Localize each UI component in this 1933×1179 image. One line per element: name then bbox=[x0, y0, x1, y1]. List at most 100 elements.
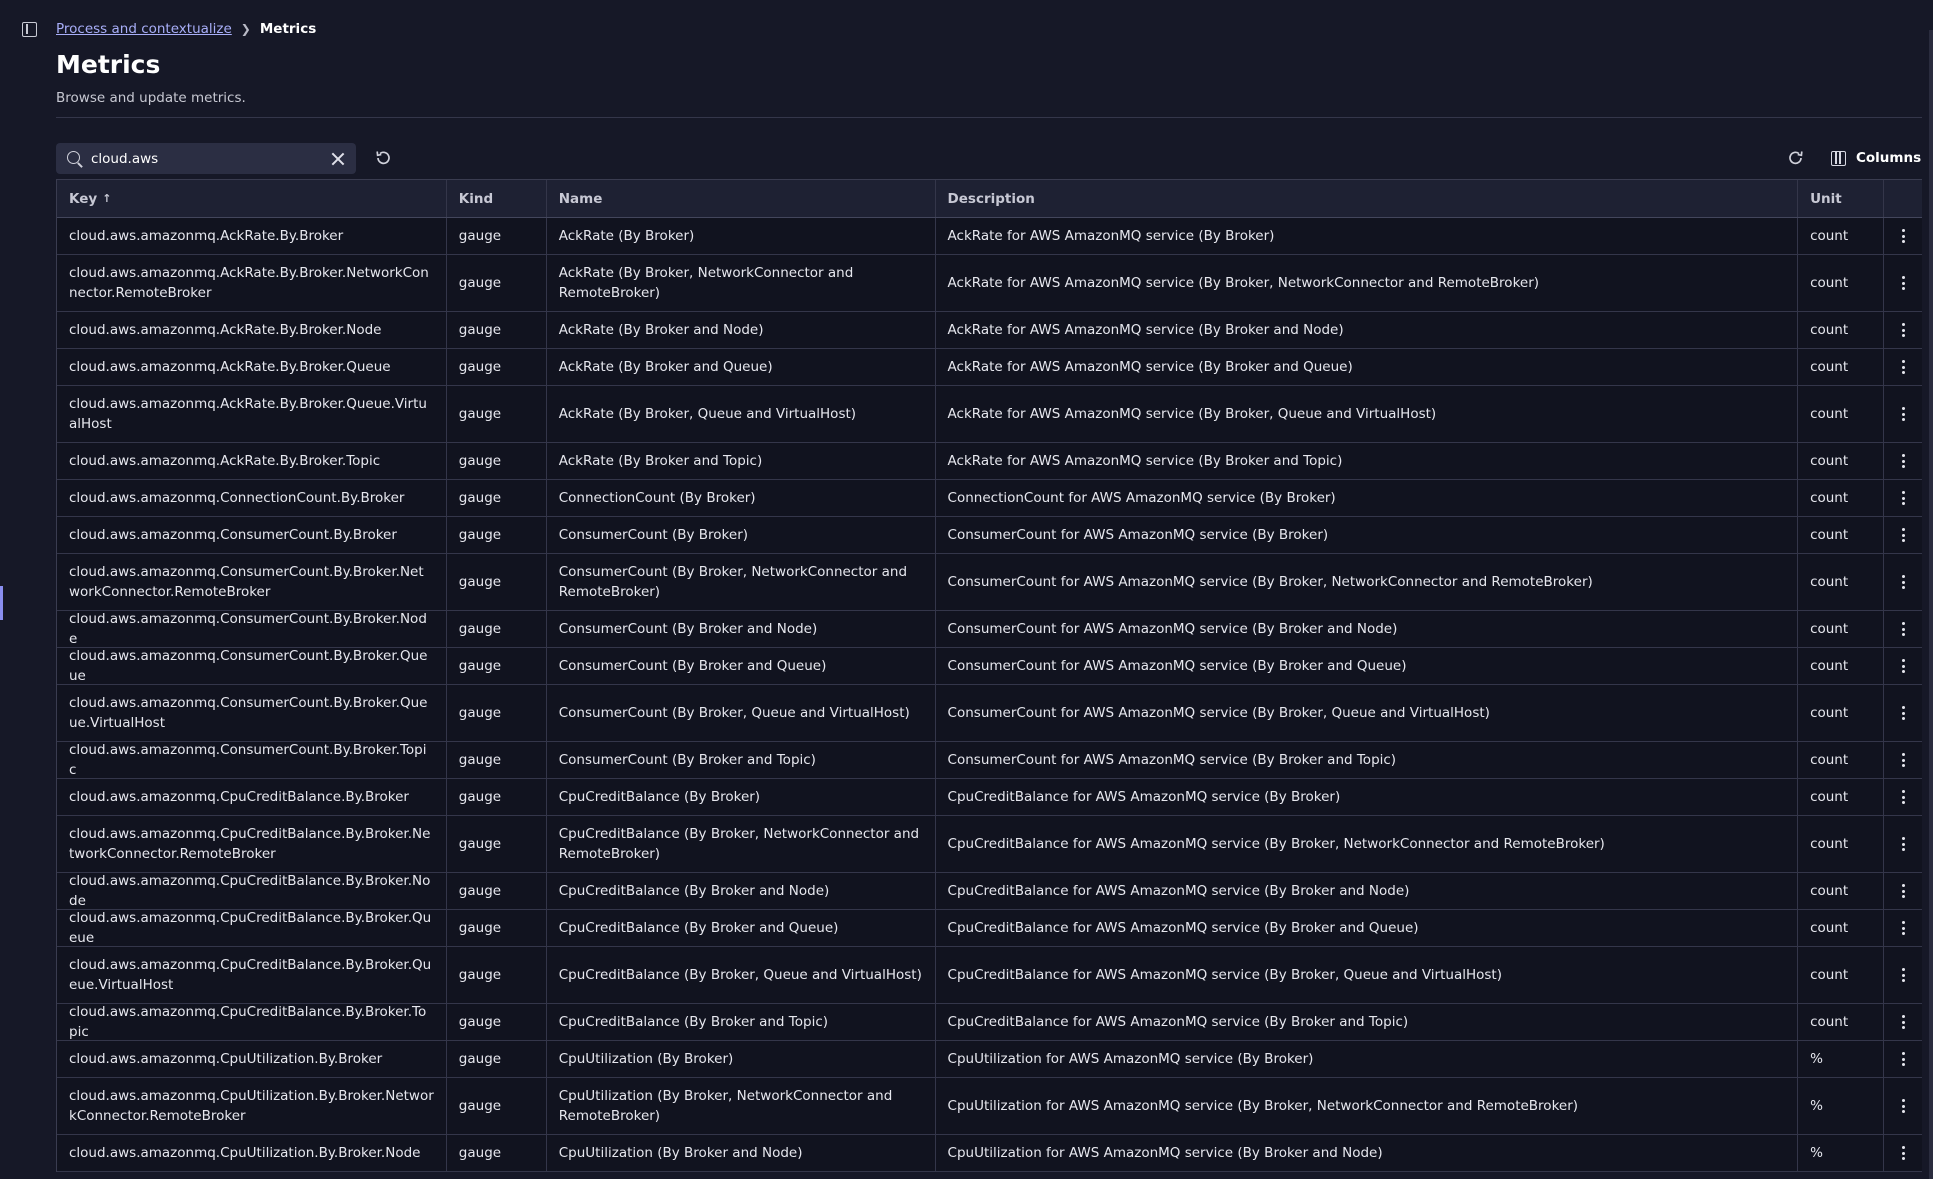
table-row[interactable]: cloud.aws.amazonmq.ConsumerCount.By.Brok… bbox=[57, 648, 1922, 685]
table-row[interactable]: cloud.aws.amazonmq.AckRate.By.Broker.Que… bbox=[57, 386, 1922, 443]
metric-key-cell: cloud.aws.amazonmq.CpuUtilization.By.Bro… bbox=[57, 1041, 447, 1077]
row-actions-button[interactable] bbox=[1884, 947, 1922, 1003]
metric-description-cell: AckRate for AWS AmazonMQ service (By Bro… bbox=[936, 312, 1799, 348]
metric-name-cell: ConsumerCount (By Broker, NetworkConnect… bbox=[547, 554, 936, 610]
table-row[interactable]: cloud.aws.amazonmq.CpuUtilization.By.Bro… bbox=[57, 1135, 1922, 1172]
metric-unit-cell: % bbox=[1798, 1135, 1885, 1171]
table-row[interactable]: cloud.aws.amazonmq.ConsumerCount.By.Brok… bbox=[57, 554, 1922, 611]
metric-unit-cell: count bbox=[1798, 480, 1885, 516]
table-row[interactable]: cloud.aws.amazonmq.ConnectionCount.By.Br… bbox=[57, 480, 1922, 517]
metrics-table: Key ↑ Kind Name Description Unit cloud.a… bbox=[56, 179, 1922, 1172]
metric-name-cell: CpuUtilization (By Broker and Node) bbox=[547, 1135, 936, 1171]
table-row[interactable]: cloud.aws.amazonmq.CpuCreditBalance.By.B… bbox=[57, 910, 1922, 947]
columns-button[interactable]: Columns bbox=[1831, 146, 1921, 170]
kebab-menu-icon bbox=[1901, 622, 1905, 636]
metric-unit-cell: count bbox=[1798, 443, 1885, 479]
table-row[interactable]: cloud.aws.amazonmq.CpuCreditBalance.By.B… bbox=[57, 947, 1922, 1004]
metric-key-cell: cloud.aws.amazonmq.ConsumerCount.By.Brok… bbox=[57, 742, 447, 778]
metric-unit-cell: count bbox=[1798, 873, 1885, 909]
row-actions-button[interactable] bbox=[1884, 1078, 1922, 1134]
row-actions-button[interactable] bbox=[1884, 255, 1922, 311]
columns-button-label: Columns bbox=[1856, 150, 1922, 166]
row-actions-button[interactable] bbox=[1884, 1004, 1922, 1040]
metric-key-cell: cloud.aws.amazonmq.AckRate.By.Broker.Que… bbox=[57, 386, 447, 442]
metric-kind-cell: gauge bbox=[447, 312, 547, 348]
metric-key-cell: cloud.aws.amazonmq.ConsumerCount.By.Brok… bbox=[57, 611, 447, 647]
column-header-description[interactable]: Description bbox=[936, 180, 1799, 217]
row-actions-button[interactable] bbox=[1884, 611, 1922, 647]
refresh-icon[interactable] bbox=[1787, 149, 1805, 167]
row-actions-button[interactable] bbox=[1884, 779, 1922, 815]
row-actions-button[interactable] bbox=[1884, 517, 1922, 553]
table-row[interactable]: cloud.aws.amazonmq.ConsumerCount.By.Brok… bbox=[57, 742, 1922, 779]
metric-unit-cell: count bbox=[1798, 386, 1885, 442]
metric-unit-cell: count bbox=[1798, 218, 1885, 254]
sidebar-toggle-icon[interactable] bbox=[22, 22, 37, 37]
row-actions-button[interactable] bbox=[1884, 349, 1922, 385]
table-row[interactable]: cloud.aws.amazonmq.ConsumerCount.By.Brok… bbox=[57, 685, 1922, 742]
search-input[interactable] bbox=[91, 143, 316, 174]
kebab-menu-icon bbox=[1901, 229, 1905, 243]
metric-name-cell: CpuCreditBalance (By Broker) bbox=[547, 779, 936, 815]
metric-description-cell: CpuUtilization for AWS AmazonMQ service … bbox=[936, 1078, 1799, 1134]
kebab-menu-icon bbox=[1901, 454, 1905, 468]
column-header-name[interactable]: Name bbox=[547, 180, 936, 217]
table-row[interactable]: cloud.aws.amazonmq.CpuCreditBalance.By.B… bbox=[57, 779, 1922, 816]
table-row[interactable]: cloud.aws.amazonmq.CpuUtilization.By.Bro… bbox=[57, 1041, 1922, 1078]
metric-unit-cell: count bbox=[1798, 349, 1885, 385]
metric-description-cell: CpuCreditBalance for AWS AmazonMQ servic… bbox=[936, 873, 1799, 909]
metric-kind-cell: gauge bbox=[447, 218, 547, 254]
column-header-key[interactable]: Key ↑ bbox=[57, 180, 447, 217]
search-box[interactable] bbox=[56, 143, 356, 174]
metric-description-cell: ConsumerCount for AWS AmazonMQ service (… bbox=[936, 517, 1799, 553]
table-row[interactable]: cloud.aws.amazonmq.ConsumerCount.By.Brok… bbox=[57, 517, 1922, 554]
table-row[interactable]: cloud.aws.amazonmq.CpuCreditBalance.By.B… bbox=[57, 1004, 1922, 1041]
kebab-menu-icon bbox=[1901, 528, 1905, 542]
row-actions-button[interactable] bbox=[1884, 443, 1922, 479]
row-actions-button[interactable] bbox=[1884, 1041, 1922, 1077]
table-row[interactable]: cloud.aws.amazonmq.ConsumerCount.By.Brok… bbox=[57, 611, 1922, 648]
row-actions-button[interactable] bbox=[1884, 480, 1922, 516]
close-icon[interactable] bbox=[330, 151, 346, 167]
kebab-menu-icon bbox=[1901, 1099, 1905, 1113]
table-row[interactable]: cloud.aws.amazonmq.AckRate.By.Broker.Que… bbox=[57, 349, 1922, 386]
metric-description-cell: ConsumerCount for AWS AmazonMQ service (… bbox=[936, 648, 1799, 684]
metric-kind-cell: gauge bbox=[447, 480, 547, 516]
metric-description-cell: ConsumerCount for AWS AmazonMQ service (… bbox=[936, 554, 1799, 610]
metric-name-cell: ConsumerCount (By Broker and Queue) bbox=[547, 648, 936, 684]
row-actions-button[interactable] bbox=[1884, 386, 1922, 442]
row-actions-button[interactable] bbox=[1884, 816, 1922, 872]
metric-unit-cell: count bbox=[1798, 742, 1885, 778]
metric-name-cell: AckRate (By Broker, NetworkConnector and… bbox=[547, 255, 936, 311]
column-header-unit[interactable]: Unit bbox=[1798, 180, 1885, 217]
metric-name-cell: ConsumerCount (By Broker and Node) bbox=[547, 611, 936, 647]
row-actions-button[interactable] bbox=[1884, 218, 1922, 254]
table-row[interactable]: cloud.aws.amazonmq.AckRate.By.Broker.Net… bbox=[57, 255, 1922, 312]
table-row[interactable]: cloud.aws.amazonmq.CpuCreditBalance.By.B… bbox=[57, 873, 1922, 910]
row-actions-button[interactable] bbox=[1884, 873, 1922, 909]
column-header-kind[interactable]: Kind bbox=[447, 180, 547, 217]
metric-unit-cell: count bbox=[1798, 779, 1885, 815]
table-row[interactable]: cloud.aws.amazonmq.CpuCreditBalance.By.B… bbox=[57, 816, 1922, 873]
metric-key-cell: cloud.aws.amazonmq.ConsumerCount.By.Brok… bbox=[57, 685, 447, 741]
table-row[interactable]: cloud.aws.amazonmq.CpuUtilization.By.Bro… bbox=[57, 1078, 1922, 1135]
metric-kind-cell: gauge bbox=[447, 1041, 547, 1077]
row-actions-button[interactable] bbox=[1884, 554, 1922, 610]
reset-icon[interactable] bbox=[374, 149, 392, 167]
columns-icon bbox=[1831, 150, 1846, 166]
row-actions-button[interactable] bbox=[1884, 910, 1922, 946]
row-actions-button[interactable] bbox=[1884, 685, 1922, 741]
scrollbar[interactable] bbox=[1929, 30, 1933, 1179]
breadcrumb-parent-link[interactable]: Process and contextualize bbox=[56, 21, 232, 37]
row-actions-button[interactable] bbox=[1884, 742, 1922, 778]
row-actions-button[interactable] bbox=[1884, 648, 1922, 684]
metric-kind-cell: gauge bbox=[447, 873, 547, 909]
row-actions-button[interactable] bbox=[1884, 1135, 1922, 1171]
table-row[interactable]: cloud.aws.amazonmq.AckRate.By.Broker.Top… bbox=[57, 443, 1922, 480]
kebab-menu-icon bbox=[1901, 884, 1905, 898]
table-row[interactable]: cloud.aws.amazonmq.AckRate.By.Broker.Nod… bbox=[57, 312, 1922, 349]
column-header-actions bbox=[1884, 180, 1922, 217]
row-actions-button[interactable] bbox=[1884, 312, 1922, 348]
breadcrumb-current: Metrics bbox=[259, 21, 317, 37]
table-row[interactable]: cloud.aws.amazonmq.AckRate.By.Broker gaug… bbox=[57, 218, 1922, 255]
